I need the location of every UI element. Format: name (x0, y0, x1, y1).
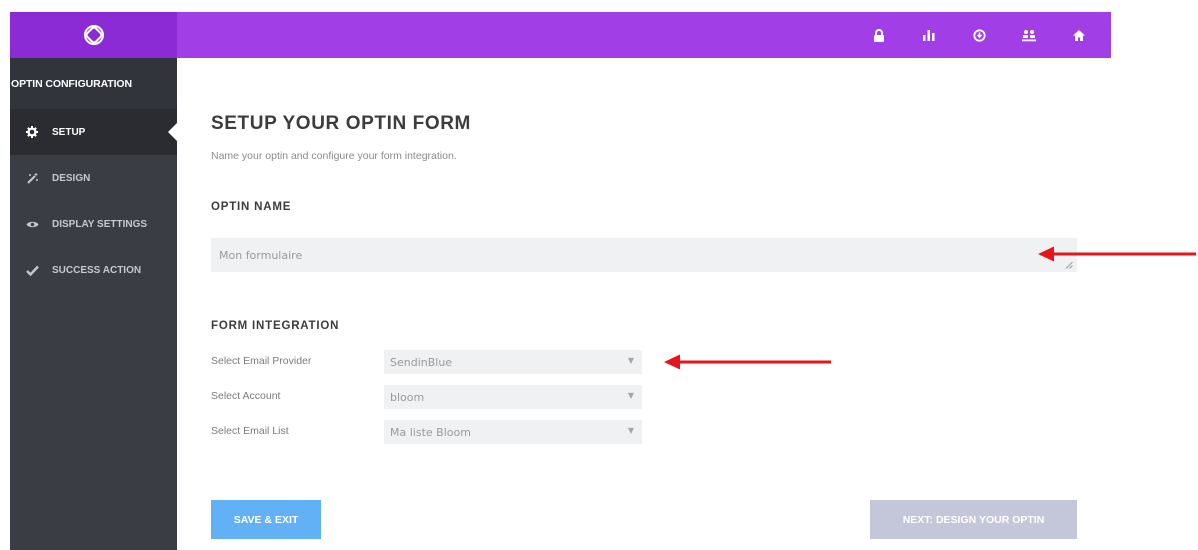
page-subtitle: Name your optin and configure your form … (211, 150, 457, 162)
lock-icon[interactable] (867, 12, 891, 58)
sidebar-item-label: SETUP (52, 126, 86, 138)
next-design-button[interactable]: NEXT: DESIGN YOUR OPTIN (870, 500, 1077, 539)
stats-icon[interactable] (917, 12, 941, 58)
eye-icon (24, 220, 40, 229)
email-list-value: Ma liste Bloom (390, 425, 471, 439)
email-list-row: Select Email List Ma liste Bloom ▼ (211, 420, 651, 444)
account-value: bloom (390, 390, 425, 404)
accounts-icon[interactable] (1017, 12, 1041, 58)
email-provider-value: SendinBlue (390, 355, 453, 369)
email-provider-select[interactable]: SendinBlue ▼ (384, 350, 642, 374)
sidebar-item-label: SUCCESS ACTION (52, 264, 142, 276)
magic-wand-icon (24, 172, 40, 184)
sidebar-header: OPTIN CONFIGURATION (10, 58, 177, 109)
email-list-select[interactable]: Ma liste Bloom ▼ (384, 420, 642, 444)
optin-name-heading: OPTIN NAME (211, 201, 292, 213)
gear-icon (24, 126, 40, 138)
save-exit-button[interactable]: SAVE & EXIT (211, 500, 321, 539)
optin-name-value: Mon formulaire (219, 248, 303, 262)
sidebar-item-display-settings[interactable]: DISPLAY SETTINGS (10, 201, 177, 247)
main-content: SETUP YOUR OPTIN FORM Name your optin an… (177, 58, 1111, 550)
sidebar-item-design[interactable]: DESIGN (10, 155, 177, 201)
annotation-arrow-icon (664, 354, 831, 370)
bloom-logo-icon (83, 25, 104, 45)
email-list-label: Select Email List (211, 425, 289, 437)
email-provider-label: Select Email Provider (211, 355, 312, 367)
dropdown-arrow-icon: ▼ (627, 391, 634, 400)
dropdown-arrow-icon: ▼ (627, 356, 634, 365)
annotation-arrow-icon (1038, 246, 1196, 262)
home-icon[interactable] (1067, 12, 1091, 58)
account-row: Select Account bloom ▼ (211, 385, 651, 409)
import-export-icon[interactable] (967, 12, 991, 58)
sidebar: OPTIN CONFIGURATION SETUP DESIGN DISPLAY… (10, 58, 177, 550)
top-bar (10, 12, 1111, 58)
logo-cell (10, 12, 177, 58)
account-label: Select Account (211, 390, 281, 402)
sidebar-item-label: DISPLAY SETTINGS (52, 218, 148, 230)
sidebar-item-success-action[interactable]: SUCCESS ACTION (10, 247, 177, 293)
account-select[interactable]: bloom ▼ (384, 385, 642, 409)
sidebar-item-label: DESIGN (52, 172, 91, 184)
dropdown-arrow-icon: ▼ (627, 426, 634, 435)
email-provider-row: Select Email Provider SendinBlue ▼ (211, 350, 651, 374)
sidebar-item-setup[interactable]: SETUP (10, 109, 177, 155)
optin-name-field[interactable]: Mon formulaire (211, 238, 1077, 272)
form-integration-heading: FORM INTEGRATION (211, 320, 340, 332)
checkmark-icon (24, 265, 40, 276)
page-title: SETUP YOUR OPTIN FORM (211, 113, 471, 134)
